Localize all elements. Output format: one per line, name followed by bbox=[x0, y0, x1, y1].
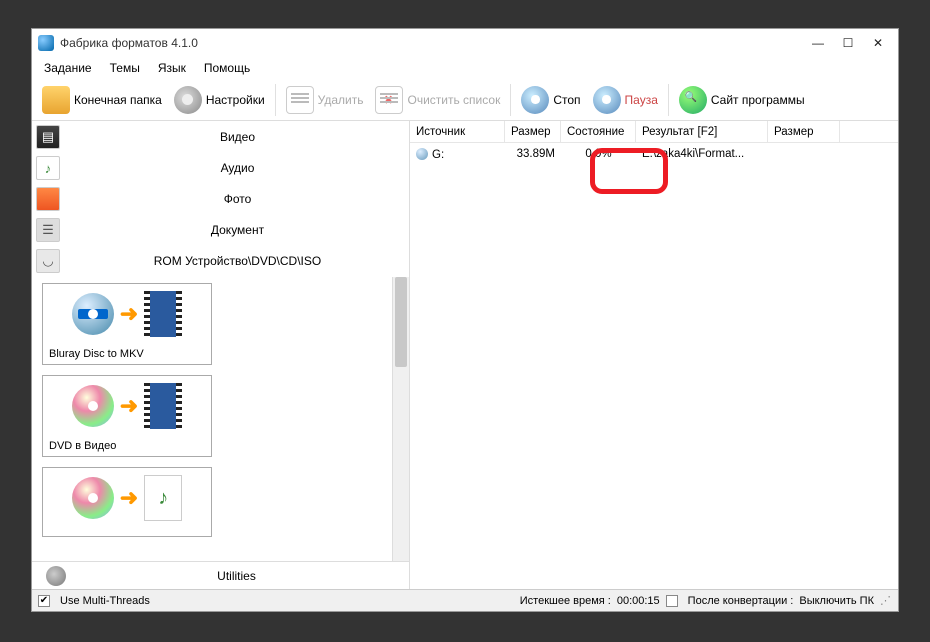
menubar: Задание Темы Язык Помощь bbox=[32, 57, 898, 79]
delete-button[interactable]: Удалить bbox=[280, 84, 370, 116]
arrow-icon: ➜ bbox=[120, 485, 138, 511]
elapsed-value: 00:00:15 bbox=[617, 595, 660, 607]
category-icons: ▤ ♪ ☰ ◡ bbox=[32, 121, 66, 277]
category-panel: ▤ ♪ ☰ ◡ Видео Аудио Фото Документ ROM Ус… bbox=[32, 121, 409, 277]
preset-disc-audio[interactable]: ➜ ♪ bbox=[42, 467, 212, 537]
multithread-checkbox[interactable]: ✔ bbox=[38, 595, 50, 607]
globe-icon bbox=[679, 86, 707, 114]
category-labels: Видео Аудио Фото Документ ROM Устройство… bbox=[66, 121, 409, 277]
menu-help[interactable]: Помощь bbox=[196, 59, 258, 77]
video-icon[interactable]: ▤ bbox=[36, 125, 60, 149]
gear-icon bbox=[174, 86, 202, 114]
category-document[interactable]: Документ bbox=[66, 214, 409, 245]
after-label: После конвертации : bbox=[688, 595, 794, 607]
clear-icon bbox=[375, 86, 403, 114]
stop-button[interactable]: Стоп bbox=[515, 84, 586, 116]
task-list-panel: Источник Размер Состояние Результат [F2]… bbox=[410, 121, 898, 589]
separator bbox=[510, 84, 511, 116]
app-icon bbox=[38, 35, 54, 51]
cell-state: 0.0% bbox=[561, 146, 636, 162]
category-photo[interactable]: Фото bbox=[66, 183, 409, 214]
folder-icon bbox=[42, 86, 70, 114]
sidebar: ▤ ♪ ☰ ◡ Видео Аудио Фото Документ ROM Ус… bbox=[32, 121, 410, 589]
music-file-icon: ♪ bbox=[144, 475, 182, 521]
pause-button[interactable]: Пауза bbox=[587, 84, 664, 116]
website-button[interactable]: Сайт программы bbox=[673, 84, 811, 116]
resize-grip[interactable]: ⋰ bbox=[880, 594, 892, 607]
category-rom[interactable]: ROM Устройство\DVD\CD\ISO bbox=[66, 245, 409, 276]
col-size[interactable]: Размер bbox=[505, 121, 561, 142]
body: ▤ ♪ ☰ ◡ Видео Аудио Фото Документ ROM Ус… bbox=[32, 121, 898, 589]
multithread-label: Use Multi-Threads bbox=[60, 595, 150, 607]
arrow-icon: ➜ bbox=[120, 393, 138, 419]
cell-size: 33.89M bbox=[505, 146, 561, 162]
presets-area: ➜ Bluray Disc to MKV ➜ DVD в Видео bbox=[32, 277, 409, 561]
table-row[interactable]: G: 33.89M 0.0% E:\zaka4ki\Format... bbox=[410, 143, 898, 165]
scrollbar[interactable] bbox=[392, 277, 409, 561]
titlebar: Фабрика форматов 4.1.0 — ☐ ✕ bbox=[32, 29, 898, 57]
menu-themes[interactable]: Темы bbox=[102, 59, 148, 77]
maximize-button[interactable]: ☐ bbox=[834, 33, 862, 53]
preset-label bbox=[43, 528, 211, 536]
separator bbox=[668, 84, 669, 116]
rom-icon[interactable]: ◡ bbox=[36, 249, 60, 273]
minimize-button[interactable]: — bbox=[804, 33, 832, 53]
app-window: Фабрика форматов 4.1.0 — ☐ ✕ Задание Тем… bbox=[31, 28, 899, 612]
photo-icon[interactable] bbox=[36, 187, 60, 211]
col-source[interactable]: Источник bbox=[410, 121, 505, 142]
bluray-disc-icon bbox=[72, 293, 114, 335]
window-title: Фабрика форматов 4.1.0 bbox=[60, 36, 198, 50]
dvd-disc-icon bbox=[72, 385, 114, 427]
preset-dvd-video[interactable]: ➜ DVD в Видео bbox=[42, 375, 212, 457]
stop-icon bbox=[521, 86, 549, 114]
gear-icon bbox=[46, 566, 66, 586]
elapsed-label: Истекшее время : bbox=[520, 595, 611, 607]
table-header: Источник Размер Состояние Результат [F2]… bbox=[410, 121, 898, 143]
scrollbar-thumb[interactable] bbox=[395, 277, 407, 367]
film-icon bbox=[144, 291, 182, 337]
preset-label: Bluray Disc to MKV bbox=[43, 344, 211, 364]
cell-source: G: bbox=[410, 146, 505, 163]
category-audio[interactable]: Аудио bbox=[66, 152, 409, 183]
clear-list-button[interactable]: Очистить список bbox=[369, 84, 506, 116]
arrow-icon: ➜ bbox=[120, 301, 138, 327]
status-bar: ✔ Use Multi-Threads Истекшее время : 00:… bbox=[32, 589, 898, 611]
col-size2[interactable]: Размер bbox=[768, 121, 840, 142]
menu-language[interactable]: Язык bbox=[150, 59, 194, 77]
preset-list: ➜ Bluray Disc to MKV ➜ DVD в Видео bbox=[32, 277, 392, 561]
document-icon[interactable]: ☰ bbox=[36, 218, 60, 242]
settings-button[interactable]: Настройки bbox=[168, 84, 271, 116]
after-checkbox[interactable] bbox=[666, 595, 678, 607]
disc-icon bbox=[416, 148, 428, 160]
close-button[interactable]: ✕ bbox=[864, 33, 892, 53]
film-icon bbox=[144, 383, 182, 429]
category-video[interactable]: Видео bbox=[66, 121, 409, 152]
utilities-button[interactable]: Utilities bbox=[32, 561, 409, 589]
menu-task[interactable]: Задание bbox=[36, 59, 100, 77]
col-state[interactable]: Состояние bbox=[561, 121, 636, 142]
pause-icon bbox=[593, 86, 621, 114]
disc-icon bbox=[72, 477, 114, 519]
col-result[interactable]: Результат [F2] bbox=[636, 121, 768, 142]
audio-icon[interactable]: ♪ bbox=[36, 156, 60, 180]
separator bbox=[275, 84, 276, 116]
cell-size2 bbox=[768, 152, 840, 156]
toolbar: Конечная папка Настройки Удалить Очистит… bbox=[32, 79, 898, 121]
preset-label: DVD в Видео bbox=[43, 436, 211, 456]
cell-result: E:\zaka4ki\Format... bbox=[636, 146, 768, 162]
after-action: Выключить ПК bbox=[799, 595, 874, 607]
preset-bluray-mkv[interactable]: ➜ Bluray Disc to MKV bbox=[42, 283, 212, 365]
delete-icon bbox=[286, 86, 314, 114]
output-folder-button[interactable]: Конечная папка bbox=[36, 84, 168, 116]
